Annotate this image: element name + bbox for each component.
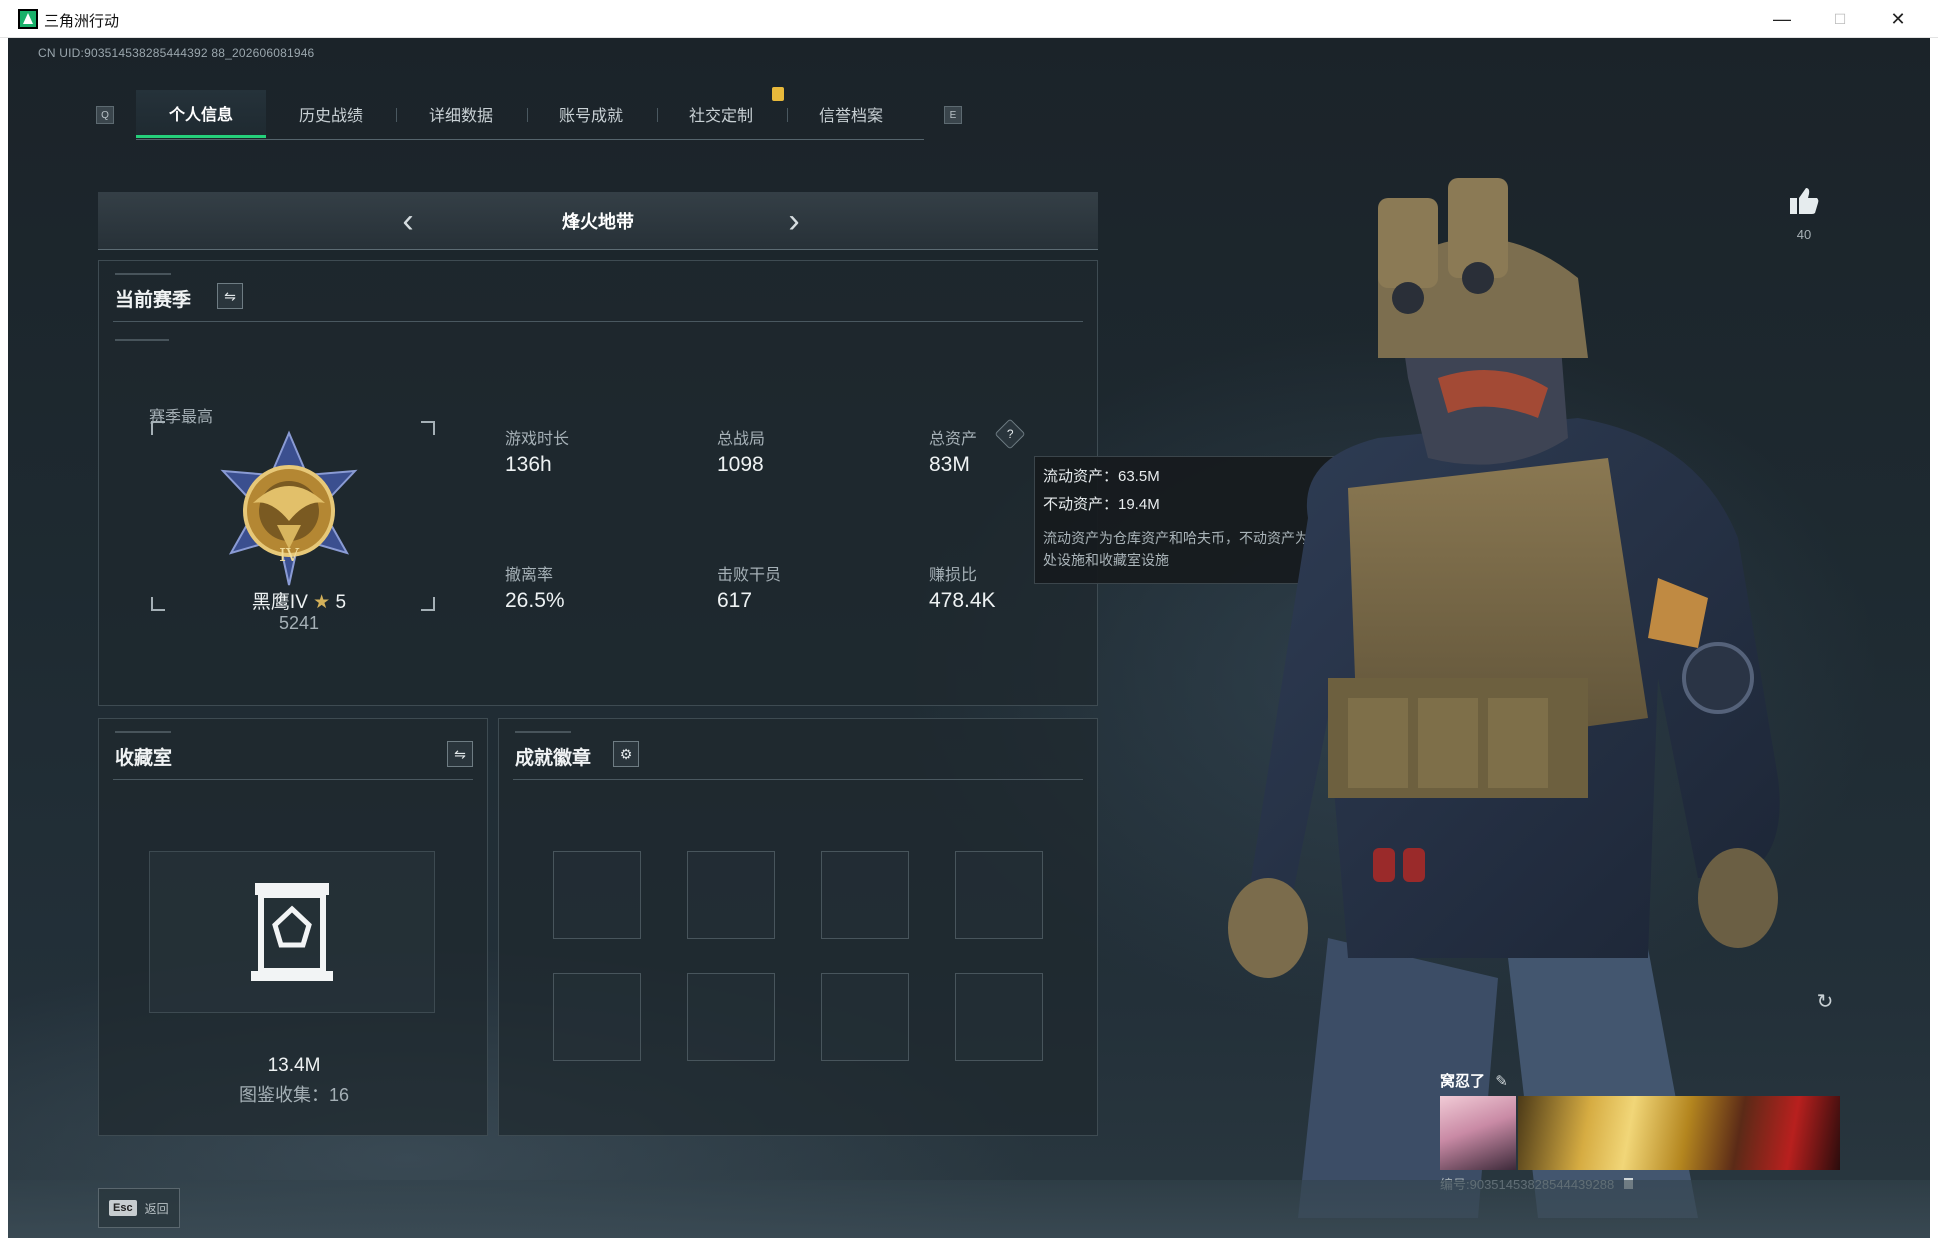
- season-switch-icon[interactable]: ⇋: [217, 283, 243, 309]
- player-name: 窝忍了: [1440, 1073, 1486, 1090]
- frame-corner: [151, 597, 165, 611]
- app-logo-icon: [18, 9, 38, 29]
- back-button[interactable]: Esc 返回: [98, 1188, 180, 1228]
- mode-next-arrow-icon[interactable]: ›: [774, 198, 814, 244]
- badges-panel: 成就徽章 ⚙: [498, 718, 1098, 1136]
- collection-switch-icon[interactable]: ⇋: [447, 741, 473, 767]
- decor-line: [115, 273, 171, 275]
- rank-name: 黑鹰IV: [251, 592, 308, 613]
- frame-corner: [421, 421, 435, 435]
- esc-key-hint: Esc: [109, 1200, 137, 1216]
- rank-emblem-icon: IV: [220, 430, 358, 586]
- asset-help-icon[interactable]: ?: [994, 418, 1026, 450]
- decor-line: [115, 731, 171, 733]
- tab-detailed-data[interactable]: 详细数据: [396, 90, 526, 138]
- stat-value: 83M: [929, 453, 970, 476]
- divider: [513, 779, 1083, 780]
- operator-character-image: [1228, 178, 1780, 1218]
- stat-label: 总战局: [717, 431, 766, 448]
- like-count: 40: [1796, 227, 1812, 242]
- game-window: 三角洲行动 — ☐ ✕ CN UID:903514538285444392 88…: [0, 0, 1938, 1247]
- window-title: 三角洲行动: [44, 13, 120, 30]
- badge-slot[interactable]: [553, 973, 641, 1061]
- edit-name-icon[interactable]: ✎: [1495, 1073, 1508, 1090]
- badge-slot[interactable]: [687, 851, 775, 939]
- close-button[interactable]: ✕: [1869, 0, 1927, 38]
- mode-selector: 烽火地带 ‹ ›: [98, 192, 1098, 250]
- notification-badge-icon: [772, 87, 784, 101]
- badges-settings-icon[interactable]: ⚙: [613, 741, 639, 767]
- collection-count: 图鉴收集：16: [238, 1085, 350, 1105]
- stat-label: 游戏时长: [505, 431, 570, 448]
- stat-label: 赚损比: [929, 567, 978, 584]
- decor-line: [115, 339, 169, 341]
- stat-value: 478.4K: [929, 589, 996, 612]
- minimize-button[interactable]: —: [1753, 0, 1811, 38]
- back-label: 返回: [144, 1201, 169, 1216]
- season-panel: 当前赛季 ⇋ 赛季最高 IV 黑鹰IV ★ 5 5241 游戏时长 136h 总…: [98, 260, 1098, 706]
- badge-slot[interactable]: [955, 851, 1043, 939]
- profile-tabs: 个人信息 历史战绩 详细数据 账号成就 社交定制 信誉档案: [136, 90, 924, 140]
- tooltip-liquid: 流动资产：63.5M: [1043, 468, 1160, 485]
- name-card-banner[interactable]: [1518, 1096, 1840, 1170]
- stat-label: 击败干员: [717, 567, 782, 584]
- game-viewport: CN UID:903514538285444392 88_20260608194…: [8, 38, 1930, 1238]
- tab-credit-record[interactable]: 信誉档案: [786, 90, 916, 138]
- thumbs-up-icon[interactable]: [1788, 186, 1820, 216]
- tab-history[interactable]: 历史战绩: [266, 90, 396, 138]
- mode-prev-arrow-icon[interactable]: ‹: [388, 198, 428, 244]
- window-titlebar: 三角洲行动 — ☐ ✕: [0, 0, 1938, 38]
- bottom-bar: [8, 1180, 1930, 1238]
- player-name-row: 窝忍了 ✎: [1440, 1070, 1508, 1091]
- collection-cabinet-icon: [251, 883, 333, 981]
- mode-title: 烽火地带: [562, 212, 634, 232]
- refresh-icon[interactable]: ↻: [1812, 988, 1838, 1014]
- collection-title: 收藏室: [115, 748, 173, 769]
- divider: [113, 779, 473, 780]
- badges-title: 成就徽章: [515, 748, 592, 769]
- badge-slot[interactable]: [821, 973, 909, 1061]
- decor-line: [515, 731, 571, 733]
- svg-text:IV: IV: [279, 545, 300, 566]
- frame-corner: [151, 421, 165, 435]
- collection-value: 13.4M: [267, 1055, 321, 1076]
- rank-star-icon: ★: [313, 592, 331, 613]
- tab-personal-info[interactable]: 个人信息: [136, 90, 266, 138]
- stat-value: 617: [717, 589, 753, 612]
- uid-label: CN UID:903514538285444392 88_20260608194…: [38, 46, 315, 60]
- badge-slot[interactable]: [821, 851, 909, 939]
- like-widget[interactable]: 40: [1784, 186, 1824, 242]
- badge-slot[interactable]: [553, 851, 641, 939]
- maximize-button[interactable]: ☐: [1811, 0, 1869, 38]
- tab-achievements[interactable]: 账号成就: [526, 90, 656, 138]
- badge-slot[interactable]: [955, 973, 1043, 1061]
- tab-social-custom[interactable]: 社交定制: [656, 90, 786, 138]
- badge-slot[interactable]: [687, 973, 775, 1061]
- tab-prev-key-hint: Q: [96, 106, 114, 124]
- frame-corner: [421, 597, 435, 611]
- player-avatar[interactable]: [1440, 1096, 1516, 1170]
- divider: [113, 321, 1083, 322]
- season-title: 当前赛季: [115, 290, 192, 311]
- stat-label: 撤离率: [505, 567, 554, 584]
- collection-panel: 收藏室 ⇋ 13.4M 图鉴收集：16: [98, 718, 488, 1136]
- stat-value: 1098: [717, 453, 764, 476]
- stat-value: 136h: [505, 453, 552, 476]
- rank-stars: 5: [335, 592, 347, 613]
- stat-value: 26.5%: [505, 589, 565, 612]
- tab-next-key-hint: E: [944, 106, 962, 124]
- tooltip-fixed: 不动资产：19.4M: [1043, 496, 1160, 513]
- stat-label: 总资产: [929, 431, 978, 448]
- rank-line: 黑鹰IV ★ 5: [189, 587, 409, 614]
- rank-score: 5241: [278, 613, 320, 633]
